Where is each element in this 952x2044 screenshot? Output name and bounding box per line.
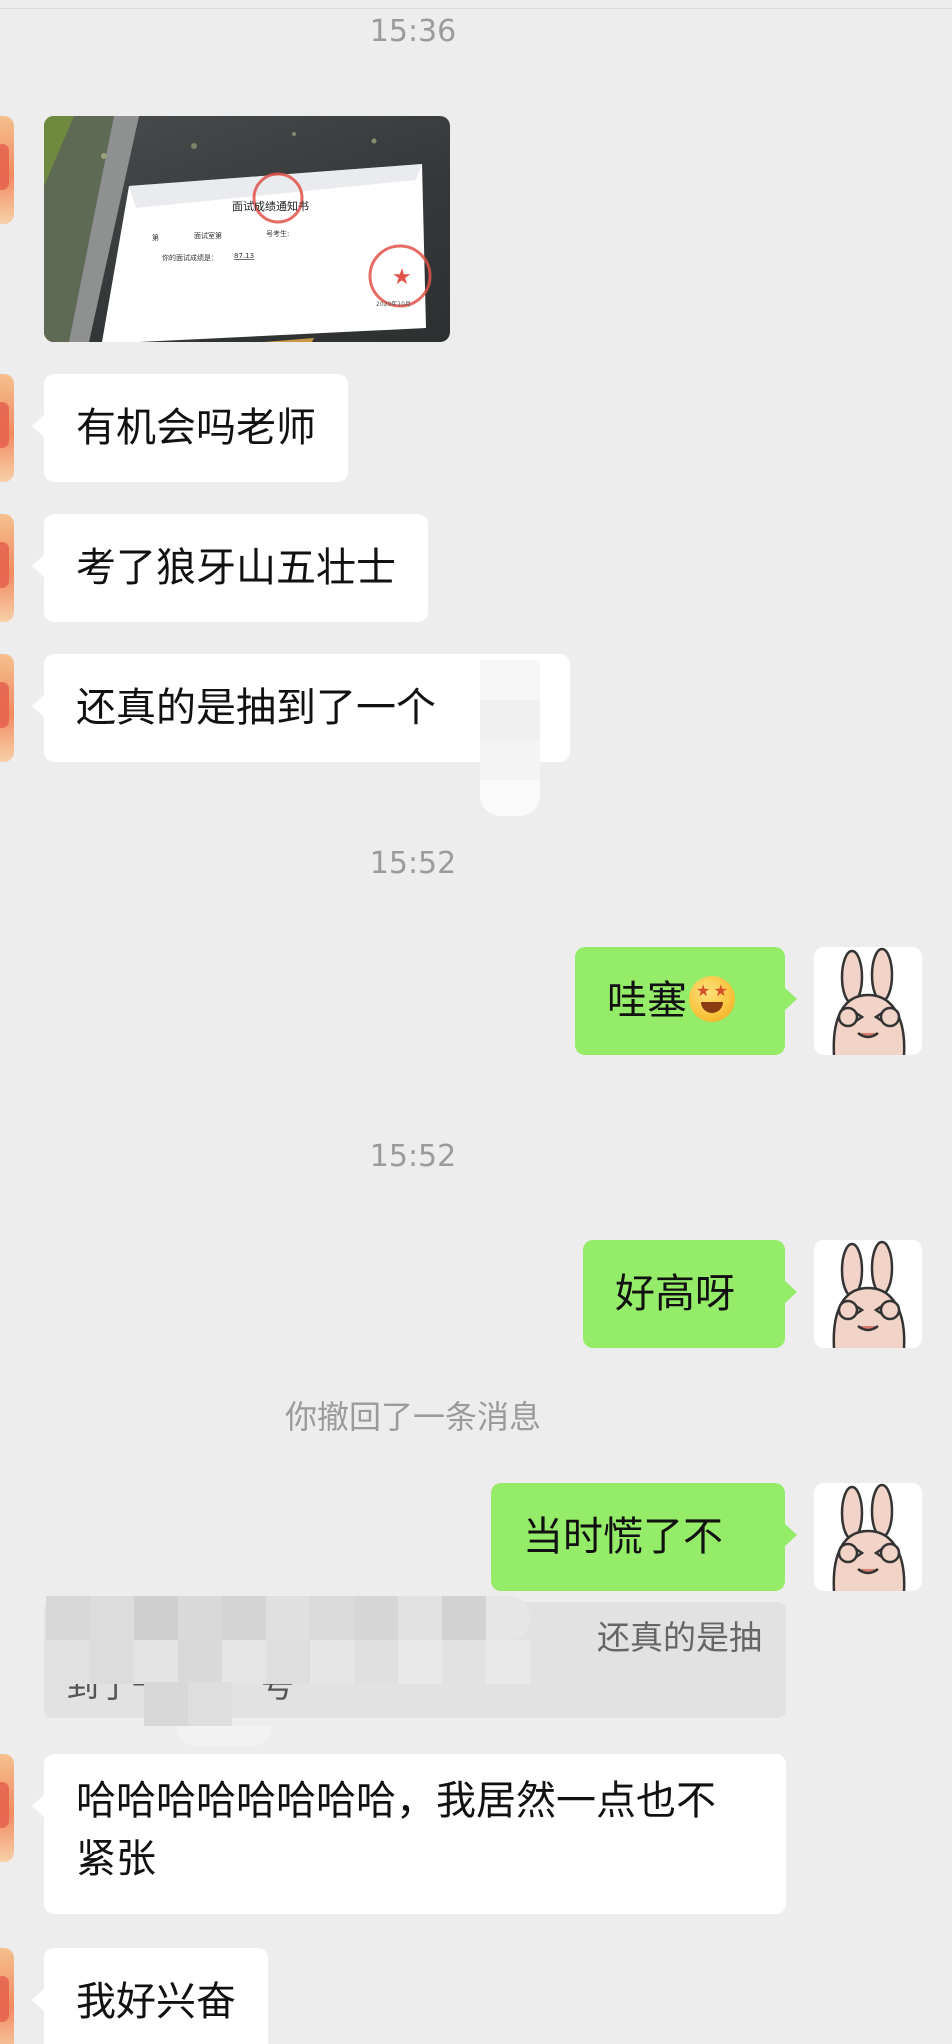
timestamp: 15:52 — [369, 846, 457, 881]
image-message[interactable]: ★ 面试成绩通知书 第 面试室第 号考生: 你的面试成绩是： 87.13 202… — [44, 116, 450, 342]
message-text: 当时慌了不 — [523, 1514, 723, 1560]
bunny-avatar-icon[interactable] — [814, 1483, 922, 1591]
svg-text:★: ★ — [392, 265, 412, 290]
outgoing-message[interactable]: 好高呀 — [583, 1240, 797, 1348]
contact-avatar[interactable] — [0, 1948, 14, 2044]
outgoing-message[interactable]: 当时慌了不 — [491, 1483, 797, 1591]
doc-title: 面试成绩通知书 — [232, 199, 309, 213]
doc-line1-prefix: 第 — [152, 233, 159, 242]
recall-notice: 你撤回了一条消息 — [284, 1398, 541, 1436]
quote-line-1: 还真的是抽 — [597, 1618, 762, 1657]
doc-date: 2020年10月 — [376, 300, 411, 308]
contact-avatar[interactable] — [0, 374, 14, 482]
message-text: 哈哈哈哈哈哈哈哈，我居然一点也不紧张 — [76, 1778, 716, 1882]
doc-line1-mid: 面试室第 — [194, 231, 222, 240]
star-struck-emoji-icon — [689, 976, 735, 1022]
photo-scene: ★ 面试成绩通知书 第 面试室第 号考生: 你的面试成绩是： 87.13 202… — [44, 116, 432, 342]
contact-avatar[interactable] — [0, 654, 14, 762]
doc-line2-label: 你的面试成绩是： — [162, 253, 218, 262]
incoming-message[interactable]: 哈哈哈哈哈哈哈哈，我居然一点也不紧张 — [32, 1754, 786, 1914]
incoming-message[interactable]: 有机会吗老师 — [32, 374, 348, 482]
doc-line1-suffix: 号考生: — [266, 229, 289, 238]
contact-avatar[interactable] — [0, 514, 14, 622]
message-text: 好高呀 — [615, 1271, 735, 1317]
message-text: 还真的是抽到了一个 — [76, 685, 436, 731]
top-divider — [0, 8, 952, 9]
doc-score: 87.13 — [234, 252, 254, 260]
contact-avatar[interactable] — [0, 1754, 14, 1862]
outgoing-message[interactable]: 哇塞 — [575, 947, 797, 1055]
message-text: 我好兴奋 — [76, 1979, 236, 2025]
incoming-message[interactable]: 考了狼牙山五壮士 — [32, 514, 428, 622]
message-text: 考了狼牙山五壮士 — [76, 545, 396, 591]
mosaic-blur — [144, 1682, 232, 1726]
message-text: 哇塞 — [607, 978, 687, 1024]
timestamp: 15:52 — [369, 1139, 457, 1174]
incoming-message[interactable]: 我好兴奋 — [32, 1948, 268, 2044]
contact-avatar[interactable] — [0, 116, 14, 224]
mosaic-blur — [46, 1640, 530, 1684]
mosaic-blur — [46, 1596, 530, 1640]
message-text: 有机会吗老师 — [76, 405, 316, 451]
bunny-avatar-icon[interactable] — [814, 947, 922, 1055]
bunny-avatar-icon[interactable] — [814, 1240, 922, 1348]
mosaic-blur — [480, 660, 540, 816]
mosaic-blur — [176, 1726, 272, 1746]
timestamp: 15:36 — [369, 14, 457, 49]
